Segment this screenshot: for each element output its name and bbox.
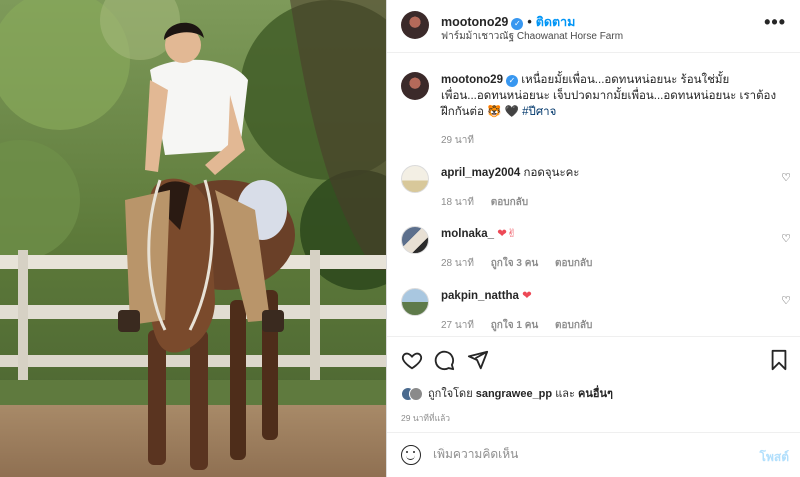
comment-input[interactable] — [433, 447, 733, 461]
commenter-username[interactable]: april_may2004 — [441, 167, 520, 179]
liked-by-line: ถูกใจโดย sangrawee_pp และ คนอื่นๆ — [401, 384, 613, 402]
commenter-avatar[interactable] — [401, 165, 429, 193]
caption-meta: 29 นาที — [441, 133, 488, 148]
comment-icon[interactable] — [433, 349, 455, 371]
liked-by-others[interactable]: คนอื่นๆ — [578, 388, 613, 400]
like-comment-heart-icon[interactable]: ♡ — [781, 294, 791, 307]
post-photo[interactable] — [0, 0, 386, 477]
post-time-ago[interactable]: 29 นาทีที่แล้ว — [401, 411, 450, 425]
commenter-avatar[interactable] — [401, 226, 429, 254]
comments-list[interactable]: mootono29 ✓ เหนื่อยมั้ยเพื่อน...อดทนหน่อย… — [387, 53, 800, 336]
comment-text-block: pakpin_nattha ❤ — [441, 288, 787, 304]
caption-text-block: mootono29 ✓ เหนื่อยมั้ยเพื่อน...อดทนหน่อย… — [441, 72, 787, 120]
liked-by-and: และ — [555, 388, 575, 400]
caption-hashtag[interactable]: #ปีศาจ — [522, 106, 556, 118]
comment-likes-count[interactable]: ถูกใจ 3 คน — [491, 258, 539, 269]
like-comment-heart-icon[interactable]: ♡ — [781, 232, 791, 245]
verified-badge-icon: ✓ — [505, 75, 518, 87]
follow-button[interactable]: ติดตาม — [536, 15, 576, 29]
separator-dot: • — [527, 15, 532, 29]
author-username[interactable]: mootono29 — [441, 15, 508, 29]
emoji-icon[interactable] — [401, 445, 421, 465]
post-comment-button[interactable]: โพสต์ — [760, 448, 789, 467]
post-header: mootono29 ✓ • ติดตาม ฟาร์มม้าเชาวณัฐ Chaowa… — [387, 0, 800, 53]
post-actions: ถูกใจโดย sangrawee_pp และ คนอื่นๆ 29 นาท… — [387, 336, 800, 432]
comment-meta: 27 นาที ถูกใจ 1 คน ตอบกลับ — [441, 318, 606, 333]
reply-button[interactable]: ตอบกลับ — [555, 320, 592, 331]
add-comment-bar: โพสต์ — [387, 432, 800, 477]
comment-time: 27 นาที — [441, 320, 474, 331]
reply-button[interactable]: ตอบกลับ — [555, 258, 592, 269]
more-options-icon[interactable]: ••• — [764, 12, 786, 33]
share-icon[interactable] — [467, 349, 489, 371]
comment-time: 28 นาที — [441, 258, 474, 269]
like-comment-heart-icon[interactable]: ♡ — [781, 171, 791, 184]
comment-likes-count[interactable]: ถูกใจ 1 คน — [491, 320, 539, 331]
comment-text-block: april_may2004 กอดจุนะคะ — [441, 165, 787, 181]
post-location[interactable]: ฟาร์มม้าเชาวณัฐ Chaowanat Horse Farm — [441, 29, 623, 44]
heart-icon[interactable] — [401, 349, 423, 371]
comment-emoji: ❤ — [522, 290, 532, 302]
caption-username[interactable]: mootono29 — [441, 74, 503, 86]
liker-avatar — [409, 387, 423, 402]
comment-text-block: molnaka_ ❤✌ — [441, 226, 787, 242]
reply-button[interactable]: ตอบกลับ — [491, 197, 528, 208]
commenter-username[interactable]: molnaka_ — [441, 228, 494, 240]
comment-time: 18 นาที — [441, 197, 474, 208]
comment-meta: 28 นาที ถูกใจ 3 คน ตอบกลับ — [441, 256, 606, 271]
commenter-avatar[interactable] — [401, 288, 429, 316]
comment-meta: 18 นาที ตอบกลับ — [441, 195, 542, 210]
commenter-username[interactable]: pakpin_nattha — [441, 290, 519, 302]
caption-author-avatar[interactable] — [401, 72, 429, 100]
liked-by-prefix: ถูกใจโดย — [428, 388, 473, 400]
comment-emoji: ❤✌ — [497, 228, 517, 240]
author-avatar[interactable] — [401, 11, 429, 39]
post-side-panel: mootono29 ✓ • ติดตาม ฟาร์มม้าเชาวณัฐ Chaowa… — [386, 0, 800, 477]
bookmark-icon[interactable] — [769, 349, 789, 371]
caption-time: 29 นาที — [441, 135, 474, 146]
photo-horse-rider — [0, 0, 386, 477]
liked-by-user[interactable]: sangrawee_pp — [476, 388, 552, 400]
comment-text: กอดจุนะคะ — [523, 167, 580, 179]
